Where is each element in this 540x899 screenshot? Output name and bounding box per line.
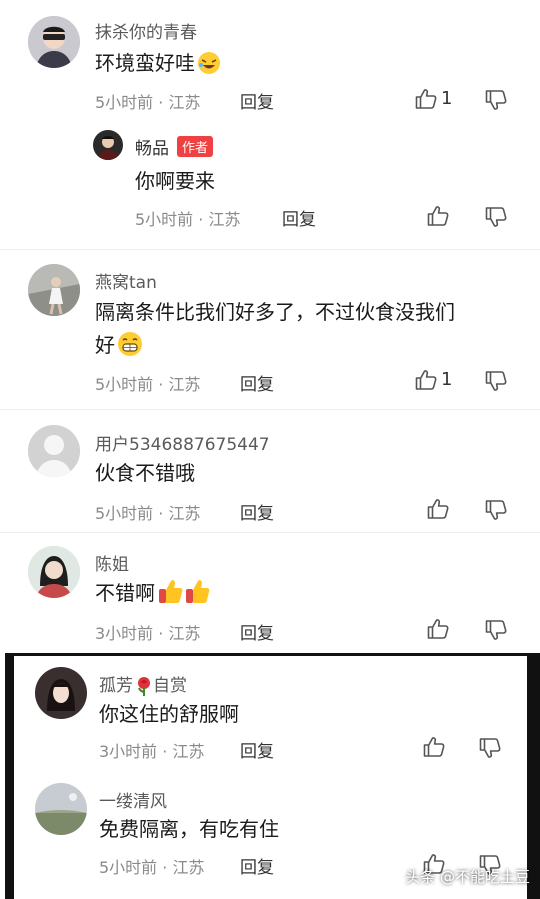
reply-button[interactable]: 回复 <box>240 88 274 113</box>
thumb-up-icon[interactable] <box>426 204 450 228</box>
comment-item: 陈姐 不错啊 3小时前 · 江苏 回复 <box>0 533 540 651</box>
comment-username-text: 孤芳 <box>99 676 133 696</box>
comment-time-location: 5小时前 · 江苏 <box>95 504 201 523</box>
thumb-down-icon[interactable] <box>484 205 508 229</box>
comment-text: 不错啊 <box>95 577 211 615</box>
thumb-down-icon[interactable] <box>484 88 508 112</box>
comment-item: 用户5346887675447 伙食不错哦 5小时前 · 江苏 回复 <box>0 410 540 535</box>
thumb-up-icon[interactable] <box>422 735 446 759</box>
avatar[interactable] <box>28 16 80 68</box>
reply-text: 你啊要来 <box>135 169 215 193</box>
comment-text-line2-content: 好 <box>95 333 115 357</box>
comment-text: 环境蛮好哇 <box>95 47 221 85</box>
thumb-down-icon[interactable] <box>484 618 508 642</box>
comment-username[interactable]: 燕窝tan <box>95 268 157 293</box>
comment-text-line1: 隔离条件比我们好多了，不过伙食没我们 <box>95 300 455 324</box>
laughing-emoji-icon <box>197 51 221 85</box>
comment-item: 孤芳 自赏 你这住的舒服啊 3小时前 · 江苏 回复 <box>0 656 540 774</box>
avatar[interactable] <box>28 425 80 477</box>
thumbs-up-emoji-icon <box>157 577 211 615</box>
comment-item: 燕窝tan 隔离条件比我们好多了，不过伙食没我们 好 5小时前 · 江苏 回复 … <box>0 250 540 410</box>
comment-text: 免费隔离，有吃有住 <box>99 817 279 841</box>
avatar[interactable] <box>28 546 80 598</box>
comment-username[interactable]: 抹杀你的青春 <box>95 18 197 43</box>
like-count: 1 <box>441 369 453 390</box>
grin-emoji-icon <box>117 331 143 367</box>
comment-username[interactable]: 一缕清风 <box>99 787 167 812</box>
reply-username[interactable]: 畅品 作者 <box>135 134 214 159</box>
avatar[interactable] <box>93 130 123 160</box>
comment-time-location: 3小时前 · 江苏 <box>99 742 205 761</box>
reply-time-location: 5小时前 · 江苏 <box>135 210 241 229</box>
thumb-up-icon[interactable] <box>426 497 450 521</box>
thumb-down-icon[interactable] <box>484 498 508 522</box>
comment-text: 隔离条件比我们好多了，不过伙食没我们 好 <box>95 296 455 367</box>
avatar[interactable] <box>28 264 80 316</box>
reply-button[interactable]: 回复 <box>240 853 274 878</box>
reply-button[interactable]: 回复 <box>240 737 274 762</box>
comment-time-location: 3小时前 · 江苏 <box>95 624 201 643</box>
comment-text-content: 环境蛮好哇 <box>95 51 195 75</box>
comment-item: 抹杀你的青春 环境蛮好哇 5小时前 · 江苏 回复 1 <box>0 0 540 125</box>
comment-text: 你这住的舒服啊 <box>99 702 239 726</box>
thumb-up-icon[interactable] <box>414 368 438 392</box>
reply-username-text: 畅品 <box>135 139 169 159</box>
comment-time-location: 5小时前 · 江苏 <box>95 93 201 112</box>
comment-username-suffix: 自赏 <box>153 676 187 696</box>
comment-text-line2: 好 <box>95 329 455 367</box>
reply-button[interactable]: 回复 <box>240 499 274 524</box>
comment-username[interactable]: 陈姐 <box>95 550 129 575</box>
comment-username[interactable]: 用户5346887675447 <box>95 430 270 455</box>
comment-time-location: 5小时前 · 江苏 <box>95 375 201 394</box>
thumb-up-icon[interactable] <box>414 87 438 111</box>
avatar[interactable] <box>35 783 87 835</box>
watermark: 头条 @不能吃土豆 <box>405 868 530 886</box>
avatar[interactable] <box>35 667 87 719</box>
comment-time-location: 5小时前 · 江苏 <box>99 858 205 877</box>
comment-username[interactable]: 孤芳 自赏 <box>99 671 187 701</box>
comment-text-content: 不错啊 <box>95 581 155 605</box>
comment-text: 伙食不错哦 <box>95 461 195 485</box>
thumb-down-icon[interactable] <box>478 736 502 760</box>
reply-button[interactable]: 回复 <box>282 205 316 230</box>
like-count: 1 <box>441 88 453 109</box>
reply-button[interactable]: 回复 <box>240 619 274 644</box>
reply-button[interactable]: 回复 <box>240 370 274 395</box>
reply-item: 畅品 作者 你啊要来 5小时前 · 江苏 回复 <box>0 125 540 235</box>
thumb-up-icon[interactable] <box>426 617 450 641</box>
thumb-down-icon[interactable] <box>484 369 508 393</box>
author-badge: 作者 <box>177 136 214 157</box>
